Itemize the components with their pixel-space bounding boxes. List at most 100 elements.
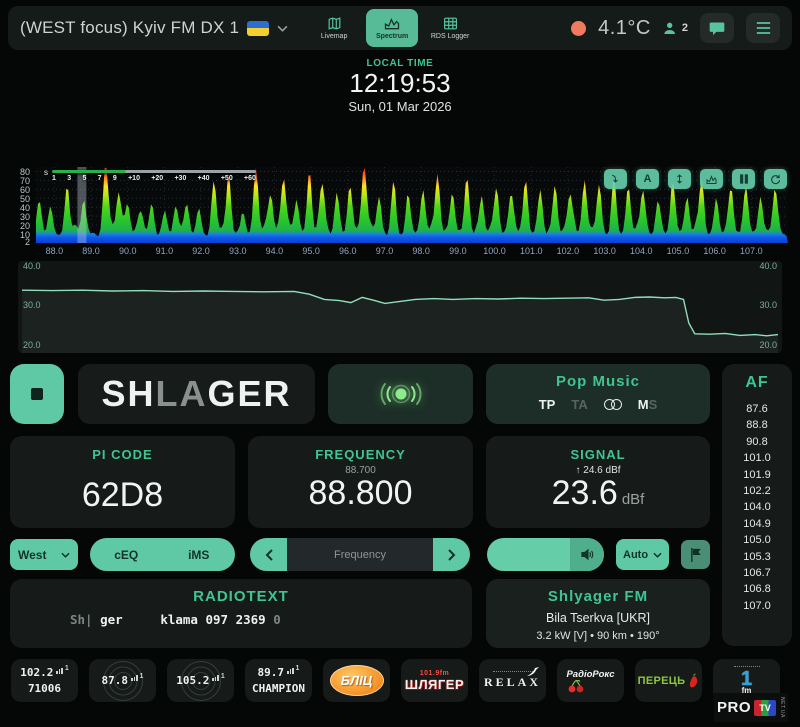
af-item[interactable]: 106.8 bbox=[722, 581, 792, 597]
spectrum-x-tick: 89.0 bbox=[82, 246, 100, 256]
tp-flag: TP bbox=[538, 397, 556, 412]
af-title: AF bbox=[745, 374, 769, 391]
ta-flag: TA bbox=[571, 397, 588, 412]
mode-dropdown[interactable]: Auto bbox=[616, 539, 669, 570]
radiotext-value: Sh| ger klama 097 2369 0 bbox=[70, 612, 281, 627]
slider-tick-label: +10 bbox=[128, 175, 140, 182]
blitz-logo: БЛІЦ bbox=[329, 665, 384, 696]
slider-tick-label: 3 bbox=[67, 175, 72, 182]
pi-panel: PI CODE 62D8 bbox=[10, 436, 235, 528]
clock-time: 12:19:53 bbox=[349, 68, 451, 98]
mode-value: Auto bbox=[623, 548, 649, 561]
ps-panel: SHLAGER bbox=[78, 364, 315, 424]
spectrum-interval-slider[interactable]: s 1 3 5 7 9 +10 +20 +30 +40 +50 +60 bbox=[44, 168, 256, 182]
spectrum-x-tick: 104.0 bbox=[630, 246, 653, 256]
chevron-down-icon bbox=[61, 552, 70, 558]
pty-label: Pop Music bbox=[555, 373, 640, 390]
radio-roks-logo: РадіоРокс bbox=[566, 669, 615, 693]
station-info-panel: Shlyager FM Bila Tserkva [UKR] 3.2 kW [V… bbox=[486, 579, 710, 648]
preset-bar: 102.2 1 71006 87.8 1 105.2 1 89.7 1 CHAMPION БЛІЦ 1… bbox=[11, 659, 789, 702]
region-dropdown[interactable]: West bbox=[10, 539, 78, 570]
nav-tabs: Livemap Spectrum RDS Logger bbox=[308, 9, 476, 47]
af-item[interactable]: 106.7 bbox=[722, 565, 792, 581]
frequency-down-button[interactable] bbox=[250, 538, 287, 571]
preset-button-87.8[interactable]: 87.8 1 bbox=[89, 659, 156, 702]
flag-button[interactable] bbox=[681, 540, 710, 569]
frequency-panel: FREQUENCY 88.700 88.800 bbox=[248, 436, 473, 528]
signal-label: SIGNAL bbox=[570, 447, 626, 462]
antenna-indicator: 1 bbox=[56, 664, 69, 674]
stop-audio-button[interactable] bbox=[10, 364, 64, 424]
app: (WEST focus) Kyiv FM DX 1 Livemap Spectr… bbox=[0, 0, 800, 727]
frequency-input[interactable] bbox=[287, 538, 433, 571]
frequency-label: FREQUENCY bbox=[315, 447, 406, 462]
protv-logo[interactable]: PRO TV NET.UA bbox=[714, 693, 788, 722]
af-item[interactable]: 104.0 bbox=[722, 499, 792, 515]
flag-icon bbox=[691, 547, 701, 562]
spectrum-x-tick: 102.0 bbox=[556, 246, 580, 256]
server-title-dropdown[interactable]: (WEST focus) Kyiv FM DX 1 bbox=[20, 18, 288, 38]
pause-button[interactable] bbox=[732, 169, 755, 189]
preset-button-perets[interactable]: ПЕРЕЦЬ bbox=[635, 659, 702, 702]
stereo-rings-icon bbox=[603, 399, 622, 410]
preset-button-102.2[interactable]: 102.2 1 71006 bbox=[11, 659, 78, 702]
hamburger-icon bbox=[756, 22, 770, 34]
tab-spectrum[interactable]: Spectrum bbox=[366, 9, 419, 47]
radiotext-panel: RADIOTEXT Sh| ger klama 097 2369 0 bbox=[10, 579, 472, 648]
menu-button[interactable] bbox=[746, 13, 780, 43]
one-fm-logo: 1 fm bbox=[733, 666, 760, 695]
volume-slider[interactable] bbox=[487, 538, 604, 571]
protv-tv-badge: TV bbox=[754, 699, 776, 716]
spectrum-x-tick: 101.0 bbox=[519, 246, 543, 256]
letter-a-button[interactable]: A bbox=[636, 169, 659, 189]
chevron-down-icon bbox=[277, 25, 288, 32]
chat-button[interactable] bbox=[700, 13, 734, 43]
stereo-broadcast-icon bbox=[380, 383, 421, 405]
preset-button-shlyager[interactable]: 101.9fm ШЛЯГЕР bbox=[401, 659, 468, 702]
slider-labels: 1 3 5 7 9 +10 +20 +30 +40 +50 +60 bbox=[52, 175, 256, 182]
user-icon bbox=[664, 22, 675, 34]
tab-livemap[interactable]: Livemap bbox=[308, 9, 360, 47]
tab-rds-logger[interactable]: RDS Logger bbox=[424, 9, 476, 47]
chevron-left-icon bbox=[265, 548, 273, 561]
af-item[interactable]: 101.0 bbox=[722, 450, 792, 466]
preset-button-relax[interactable]: RELAX bbox=[479, 659, 546, 702]
signal-canvas bbox=[21, 289, 779, 353]
af-item[interactable]: 102.2 bbox=[722, 483, 792, 499]
header-right: 4.1°C 2 bbox=[571, 13, 780, 43]
af-item[interactable]: 104.9 bbox=[722, 516, 792, 532]
frequency-up-button[interactable] bbox=[433, 538, 470, 571]
pi-value: 62D8 bbox=[81, 476, 164, 514]
protv-text: PRO bbox=[716, 699, 751, 716]
spectrum-x-tick: 95.0 bbox=[302, 246, 320, 256]
af-item[interactable]: 107.0 bbox=[722, 598, 792, 614]
users-count: 2 bbox=[681, 22, 688, 34]
spectrum-x-tick: 103.0 bbox=[593, 246, 616, 256]
af-item[interactable]: 90.8 bbox=[722, 434, 792, 450]
af-item[interactable]: 101.9 bbox=[722, 467, 792, 483]
relax-logo: RELAX bbox=[479, 667, 546, 690]
preset-button-roks[interactable]: РадіоРокс bbox=[557, 659, 624, 702]
refresh-button[interactable] bbox=[764, 169, 787, 189]
preset-button-105.2[interactable]: 105.2 1 bbox=[167, 659, 234, 702]
spectrum-x-tick: 92.0 bbox=[192, 246, 210, 256]
pull-down-arrow-button[interactable] bbox=[604, 169, 627, 189]
ims-toggle[interactable]: iMS bbox=[163, 548, 236, 562]
spectrum-x-tick: 99.0 bbox=[449, 246, 467, 256]
signal-panel: SIGNAL ↑ 24.6 dBf 23.6 dBf bbox=[486, 436, 710, 528]
chevron-right-icon bbox=[447, 548, 455, 561]
af-item[interactable]: 105.0 bbox=[722, 532, 792, 548]
preset-button-89.7[interactable]: 89.7 1 CHAMPION bbox=[245, 659, 312, 702]
preset-button-blitz[interactable]: БЛІЦ bbox=[323, 659, 390, 702]
spectrum-x-axis: 88.0 89.0 90.0 91.0 92.0 93.0 94.0 95.0 96.0 97.0… bbox=[36, 246, 788, 258]
ceq-toggle[interactable]: cEQ bbox=[90, 548, 163, 562]
af-item[interactable]: 105.3 bbox=[722, 549, 792, 565]
spectrum-toolbar: A bbox=[604, 169, 787, 189]
vertical-arrows-button[interactable] bbox=[668, 169, 691, 189]
af-item[interactable]: 87.6 bbox=[722, 401, 792, 417]
speaker-icon[interactable] bbox=[570, 538, 604, 571]
slider-track[interactable] bbox=[52, 170, 256, 173]
spectrum-chart-button[interactable] bbox=[700, 169, 723, 189]
rds-flags: TP TA MS bbox=[486, 397, 710, 412]
af-item[interactable]: 88.8 bbox=[722, 417, 792, 433]
